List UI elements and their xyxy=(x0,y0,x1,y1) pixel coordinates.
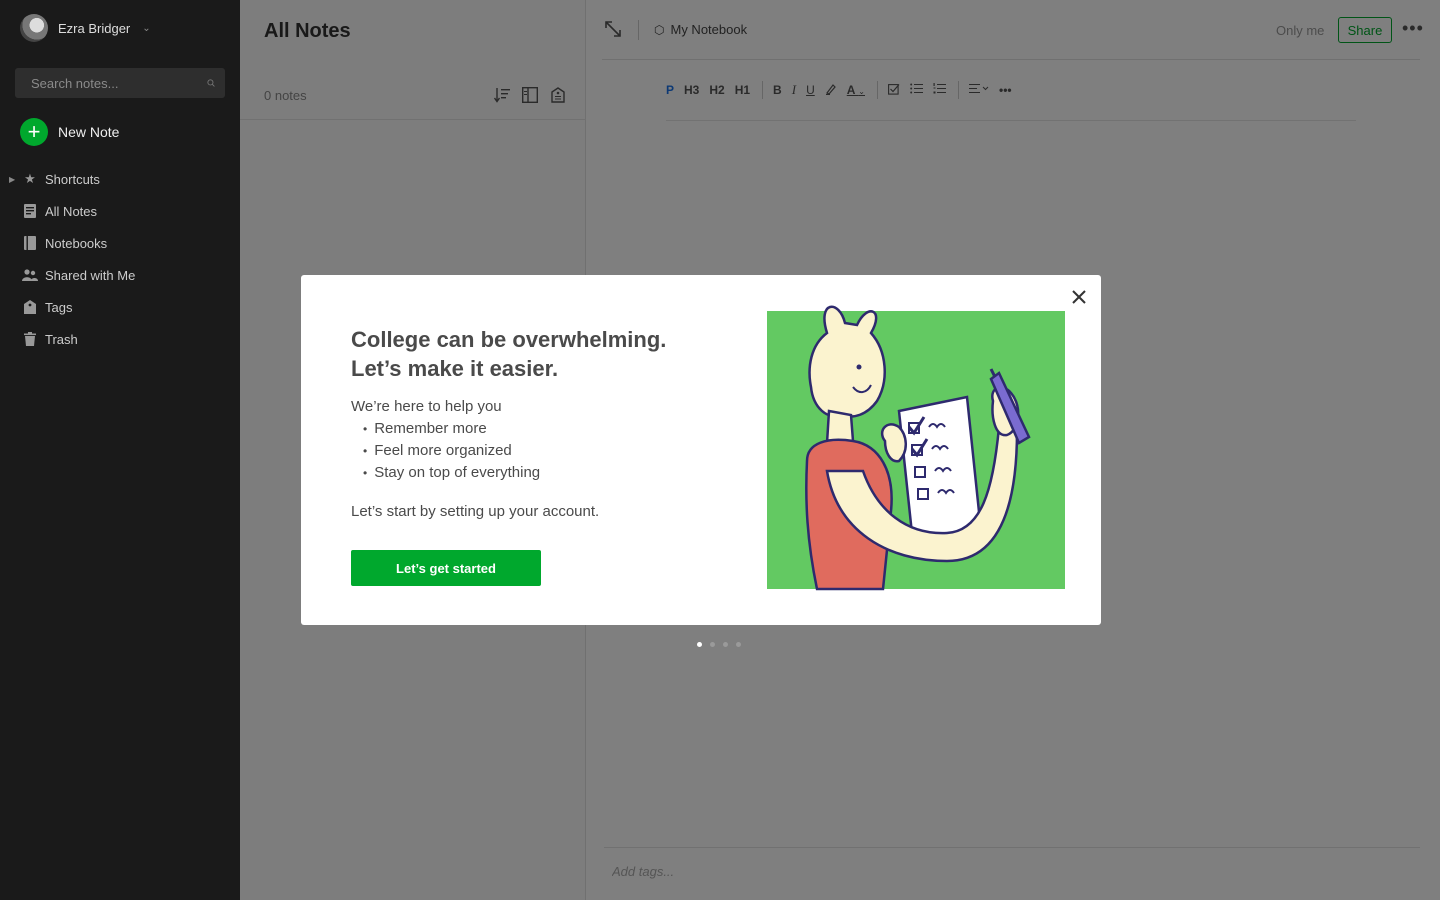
sidebar-nav: ▶ ★ Shortcuts All Notes Notebooks Shared… xyxy=(0,163,240,355)
account-menu[interactable]: Ezra Bridger ⌄ xyxy=(20,14,151,42)
modal-headline: College can be overwhelming. Let’s make … xyxy=(351,325,731,383)
pager-dot[interactable] xyxy=(710,642,715,647)
notebook-icon xyxy=(22,235,38,251)
sidebar-item-trash[interactable]: Trash xyxy=(0,323,240,355)
sidebar-item-label: All Notes xyxy=(45,203,98,219)
avatar xyxy=(20,14,48,42)
sidebar-item-label: Shared with Me xyxy=(45,267,136,283)
sidebar-item-shared[interactable]: Shared with Me xyxy=(0,259,240,291)
modal-intro: We’re here to help you xyxy=(351,398,502,415)
people-icon xyxy=(22,267,38,283)
onboarding-modal: College can be overwhelming. Let’s make … xyxy=(301,275,1101,625)
benefit-list: Remember more Feel more organized Stay o… xyxy=(363,418,540,484)
pager-dot[interactable] xyxy=(736,642,741,647)
sidebar-item-notebooks[interactable]: Notebooks xyxy=(0,227,240,259)
get-started-button[interactable]: Let’s get started xyxy=(351,550,541,586)
sidebar-item-shortcuts[interactable]: ▶ ★ Shortcuts xyxy=(0,163,240,195)
sidebar-item-label: Shortcuts xyxy=(45,171,100,187)
note-icon xyxy=(22,203,38,219)
plus-icon: + xyxy=(20,118,48,146)
star-icon: ★ xyxy=(24,171,36,186)
new-note-button[interactable]: + New Note xyxy=(20,118,119,146)
tag-icon xyxy=(22,299,38,315)
pager-dot[interactable] xyxy=(697,642,702,647)
headline-line-2: Let’s make it easier. xyxy=(351,356,559,381)
sidebar-item-all-notes[interactable]: All Notes xyxy=(0,195,240,227)
sidebar-item-label: Trash xyxy=(45,331,78,347)
list-item: Feel more organized xyxy=(363,440,540,462)
checklist-illustration xyxy=(767,305,1065,591)
list-item: Remember more xyxy=(363,418,540,440)
headline-line-1: College can be overwhelming. xyxy=(351,327,667,352)
list-item: Stay on top of everything xyxy=(363,462,540,484)
carousel-pager xyxy=(697,642,741,647)
sidebar-item-label: Notebooks xyxy=(45,235,108,251)
trash-icon xyxy=(22,331,38,347)
close-icon[interactable] xyxy=(1069,287,1089,307)
user-name: Ezra Bridger xyxy=(58,20,131,36)
sidebar-item-tags[interactable]: Tags xyxy=(0,291,240,323)
new-note-label: New Note xyxy=(58,124,120,140)
sidebar: Ezra Bridger ⌄ + New Note ▶ ★ Shortcuts … xyxy=(0,0,240,900)
search-box xyxy=(15,68,225,98)
chevron-down-icon: ⌄ xyxy=(142,22,151,34)
modal-closing-text: Let’s start by setting up your account. xyxy=(351,503,600,520)
pager-dot[interactable] xyxy=(723,642,728,647)
sidebar-item-label: Tags xyxy=(45,299,73,315)
search-input[interactable] xyxy=(31,75,207,91)
search-icon[interactable] xyxy=(207,76,215,90)
caret-right-icon[interactable]: ▶ xyxy=(9,175,15,184)
